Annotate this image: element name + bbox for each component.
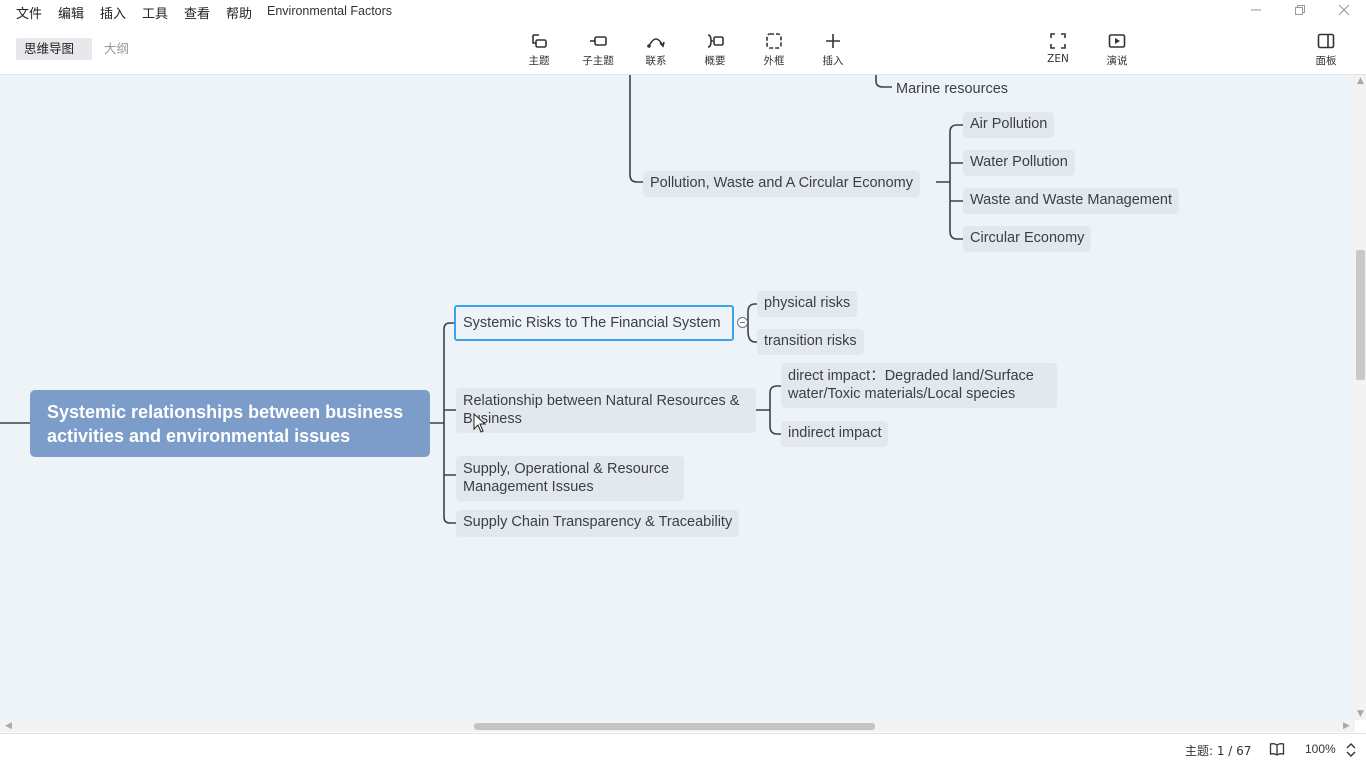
boundary-label: 外框 xyxy=(763,55,785,67)
relationship-label: 联系 xyxy=(645,55,667,67)
present-button[interactable]: 演说 xyxy=(1093,30,1141,70)
horizontal-scroll-thumb[interactable] xyxy=(474,723,875,730)
node-physical-risks[interactable]: physical risks xyxy=(757,291,858,317)
scroll-up-icon[interactable]: ▲ xyxy=(1357,76,1364,86)
supply-operational-line2: Management Issues xyxy=(463,479,594,495)
menu-bar: 文件 编辑 插入 工具 查看 帮助 Environmental Factors xyxy=(0,0,1366,24)
summary-icon xyxy=(707,34,724,48)
mouse-cursor-icon xyxy=(473,413,487,433)
node-marine-resources[interactable]: Marine resources xyxy=(889,77,1015,101)
topic-label: 主题 xyxy=(528,55,550,67)
present-label: 演说 xyxy=(1106,55,1128,67)
panel-label: 面板 xyxy=(1315,55,1337,67)
zoom-level[interactable]: 100% xyxy=(1305,742,1336,756)
relationship-label-line2: Business xyxy=(463,411,522,427)
menu-view[interactable]: 查看 xyxy=(184,3,210,22)
collapse-toggle[interactable] xyxy=(737,317,748,328)
play-icon xyxy=(1108,34,1126,48)
vertical-scrollbar[interactable]: ▲ ▼ xyxy=(1355,75,1366,720)
plus-icon xyxy=(826,34,840,48)
menu-insert[interactable]: 插入 xyxy=(100,3,126,22)
topic-count: 主题: 1 / 67 xyxy=(1185,744,1252,758)
node-transition-risks[interactable]: transition risks xyxy=(757,329,864,355)
direct-impact-line2: water/Toxic materials/Local species xyxy=(788,386,1016,402)
tab-outline[interactable]: 大纲 xyxy=(96,38,137,60)
zen-label: ZEN xyxy=(1047,53,1069,65)
node-relationship-natural-resources[interactable]: Relationship between Natural Resources &… xyxy=(456,388,756,433)
scroll-right-icon[interactable]: ▶ xyxy=(1343,721,1350,731)
document-title: Environmental Factors xyxy=(267,4,393,18)
relationship-label-line1: Relationship between Natural Resources & xyxy=(463,393,740,409)
boundary-icon xyxy=(766,33,782,49)
close-icon[interactable] xyxy=(1332,2,1356,22)
tab-mindmap[interactable]: 思维导图 xyxy=(16,38,92,60)
panel-icon xyxy=(1317,33,1335,49)
status-bar: 主题: 1 / 67 100% xyxy=(0,733,1366,769)
mindmap-canvas[interactable]: Marine resources Pollution, Waste and A … xyxy=(0,75,1355,720)
subtopic-button[interactable]: 子主题 xyxy=(574,30,622,70)
relationship-button[interactable]: 联系 xyxy=(632,30,680,70)
horizontal-scrollbar[interactable]: ◀ ▶ xyxy=(0,720,1355,732)
menu-help[interactable]: 帮助 xyxy=(226,3,252,22)
node-supply-operational[interactable]: Supply, Operational & Resource Managemen… xyxy=(456,456,684,501)
summary-button[interactable]: 概要 xyxy=(691,30,739,70)
supply-operational-line1: Supply, Operational & Resource xyxy=(463,461,670,477)
panel-button[interactable]: 面板 xyxy=(1302,30,1350,70)
topic-icon xyxy=(532,34,547,48)
node-waste-management[interactable]: Waste and Waste Management xyxy=(963,188,1180,214)
relationship-icon xyxy=(647,38,665,48)
node-systemic-risks[interactable]: Systemic Risks to The Financial System xyxy=(454,305,734,341)
direct-impact-line1: direct impact：Degraded land/Surface xyxy=(788,368,1034,384)
restore-icon[interactable] xyxy=(1288,2,1312,22)
node-supply-chain-transparency[interactable]: Supply Chain Transparency & Traceability xyxy=(456,510,740,537)
zen-button[interactable]: ZEN xyxy=(1034,30,1082,70)
zoom-stepper-icon[interactable] xyxy=(1345,741,1357,759)
menu-edit[interactable]: 编辑 xyxy=(58,3,84,22)
summary-label: 概要 xyxy=(704,55,726,67)
topic-button[interactable]: 主题 xyxy=(515,30,563,70)
scroll-left-icon[interactable]: ◀ xyxy=(5,721,12,731)
node-direct-impact[interactable]: direct impact：Degraded land/Surface wate… xyxy=(781,363,1057,408)
boundary-button[interactable]: 外框 xyxy=(750,30,798,70)
vertical-scroll-thumb[interactable] xyxy=(1356,250,1365,380)
menu-file[interactable]: 文件 xyxy=(16,3,42,22)
node-circular-economy[interactable]: Circular Economy xyxy=(963,226,1092,252)
central-topic[interactable]: Systemic relationships between business … xyxy=(30,390,430,457)
minimize-icon[interactable] xyxy=(1244,2,1268,22)
node-indirect-impact[interactable]: indirect impact xyxy=(781,421,889,447)
scroll-down-icon[interactable]: ▼ xyxy=(1357,709,1364,719)
insert-button[interactable]: 插入 xyxy=(809,30,857,70)
fullscreen-icon xyxy=(1050,33,1066,49)
menu-tools[interactable]: 工具 xyxy=(142,3,168,22)
node-water-pollution[interactable]: Water Pollution xyxy=(963,150,1075,176)
toolbar: 思维导图 大纲 主题 子主题 联系 概要 外框 插入 ZEN 演说 面板 xyxy=(0,24,1366,75)
node-air-pollution[interactable]: Air Pollution xyxy=(963,112,1055,138)
insert-label: 插入 xyxy=(822,55,844,67)
node-pollution[interactable]: Pollution, Waste and A Circular Economy xyxy=(643,171,921,197)
book-icon[interactable] xyxy=(1269,741,1285,757)
subtopic-icon xyxy=(590,36,607,46)
subtopic-label: 子主题 xyxy=(582,55,614,67)
